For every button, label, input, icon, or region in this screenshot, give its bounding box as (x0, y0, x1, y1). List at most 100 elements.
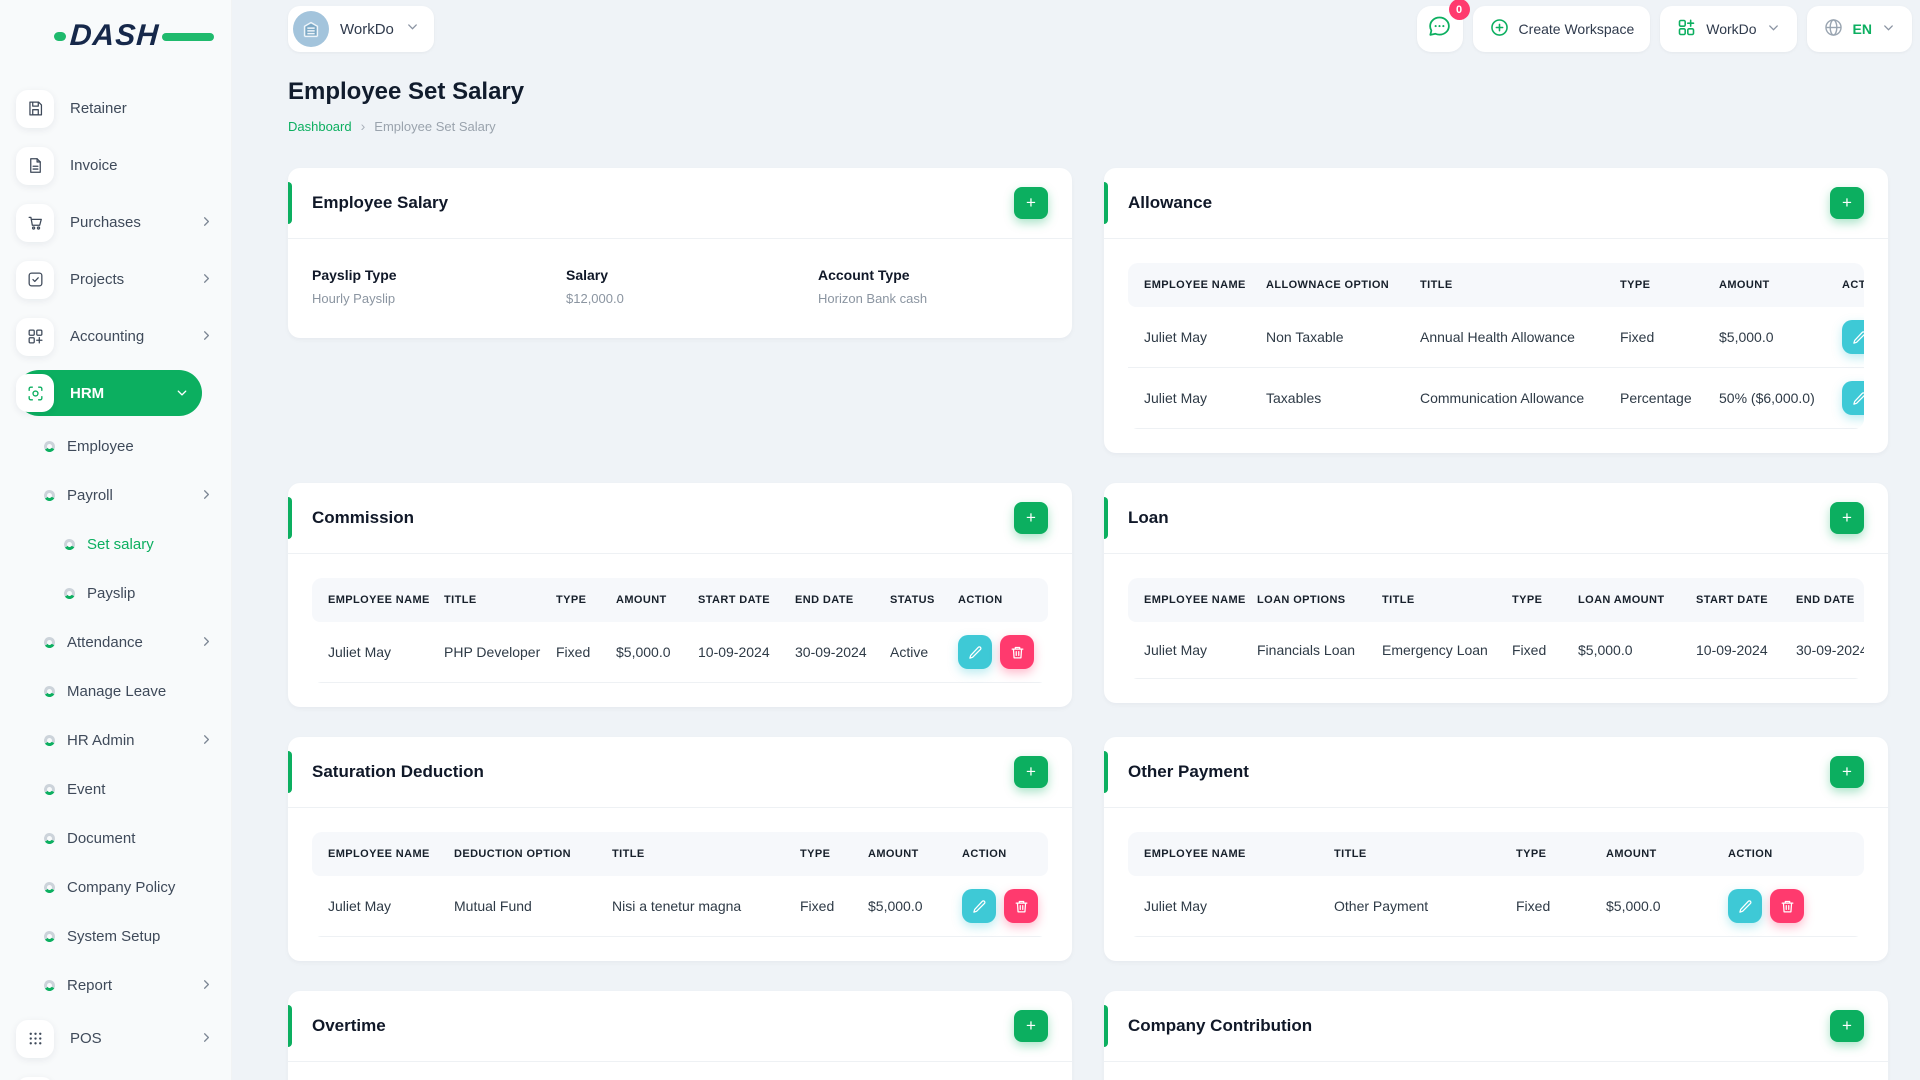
card-body (288, 1062, 1072, 1080)
table-row: Juliet May Non Taxable Annual Health Allow… (1128, 307, 1864, 368)
sidebar-item-retainer[interactable]: Retainer (16, 80, 232, 137)
column-header: Title (1382, 594, 1415, 606)
add-allowance-button[interactable]: + (1830, 187, 1864, 219)
sidebar-item-set-salary[interactable]: Set salary (16, 520, 232, 569)
column-header: Status (890, 594, 935, 606)
column-header: Action (958, 594, 1003, 606)
card-accent-bar (1104, 182, 1108, 224)
sidebar-item-system-setup[interactable]: System Setup (16, 912, 232, 961)
table-cell: Juliet May (1128, 876, 1320, 937)
language-label: EN (1852, 21, 1872, 37)
sidebar-item-label: POS (70, 1030, 102, 1047)
crm-icon (16, 1076, 54, 1080)
field-account-type: Account Type Horizon Bank cash (818, 267, 1048, 306)
card-body: Employee Name Title Type Amount Start Date En… (288, 554, 1072, 707)
messages-count-badge: 0 (1448, 0, 1470, 20)
add-other-payment-button[interactable]: + (1830, 756, 1864, 788)
delete-button[interactable] (1770, 889, 1804, 923)
company-contribution-card: Company Contribution + (1104, 991, 1888, 1080)
sidebar-item-hr-admin[interactable]: HR Admin (16, 716, 232, 765)
sidebar-item-invoice[interactable]: Invoice (16, 137, 232, 194)
allowance-card: Allowance + Employee Name Allownace Optio… (1104, 168, 1888, 453)
row-actions-cell (1714, 876, 1864, 937)
sidebar-item-label: Retainer (70, 100, 127, 117)
table-header-row: Employee Name Allownace Option Title Type Am… (1128, 263, 1864, 307)
table-header-row: Employee Name Loan Options Title Type Loan A… (1128, 578, 1864, 622)
card-title: Overtime (312, 1016, 386, 1035)
card-body: Employee Name Allownace Option Title Type Am… (1104, 239, 1888, 453)
create-workspace-label: Create Workspace (1518, 21, 1635, 37)
row-actions-cell (944, 622, 1048, 683)
app-logo[interactable]: DASH (54, 18, 214, 54)
chevron-right-icon (199, 271, 214, 289)
table-cell: $5,000.0 (1564, 622, 1682, 679)
sidebar-item-accounting[interactable]: Accounting (16, 308, 232, 365)
row-actions-cell (948, 876, 1048, 937)
sidebar-item-event[interactable]: Event (16, 765, 232, 814)
add-company-contribution-button[interactable]: + (1830, 1010, 1864, 1042)
main-area: WorkDo 0 Create Workspace WorkDo EN Empl… (232, 0, 1920, 1080)
add-commission-button[interactable]: + (1014, 502, 1048, 534)
sidebar-item-attendance[interactable]: Attendance (16, 618, 232, 667)
table-row: Juliet May Other Payment Fixed $5,000.0 (1128, 876, 1864, 937)
card-header: Employee Salary + (288, 168, 1072, 238)
edit-button[interactable] (962, 889, 996, 923)
delete-button[interactable] (1000, 635, 1034, 669)
cards-grid: Employee Salary + Payslip Type Hourly Pa… (288, 168, 1888, 1080)
messages-button[interactable]: 0 (1416, 0, 1470, 52)
chevron-right-icon (199, 732, 214, 750)
create-workspace-button[interactable]: Create Workspace (1472, 6, 1651, 52)
add-loan-button[interactable]: + (1830, 502, 1864, 534)
column-header: End Date (1796, 594, 1855, 606)
sidebar-item-payroll[interactable]: Payroll (16, 471, 232, 520)
language-selector[interactable]: EN (1806, 6, 1912, 52)
sidebar-item-company-policy[interactable]: Company Policy (16, 863, 232, 912)
add-employee-salary-button[interactable]: + (1014, 187, 1048, 219)
bullet-icon (41, 732, 58, 749)
breadcrumb-dashboard-link[interactable]: Dashboard (288, 119, 352, 134)
table-cell: Fixed (1606, 307, 1705, 368)
sidebar-item-crm[interactable]: CRM (16, 1067, 232, 1080)
card-header: Overtime + (288, 991, 1072, 1061)
sidebar-item-report[interactable]: Report (16, 961, 232, 1010)
sidebar-item-purchases[interactable]: Purchases (16, 194, 232, 251)
edit-button[interactable] (958, 635, 992, 669)
other-payment-table: Employee Name Title Type Amount Action Juliet… (1128, 832, 1864, 937)
table-header-row: Employee Name Title Type Amount Start Date En… (312, 578, 1048, 622)
add-saturation-deduction-button[interactable]: + (1014, 756, 1048, 788)
topbar-right-cluster: 0 Create Workspace WorkDo EN (1416, 0, 1912, 52)
sidebar-item-document[interactable]: Document (16, 814, 232, 863)
edit-button[interactable] (1728, 889, 1762, 923)
bullet-icon (61, 536, 78, 553)
add-overtime-button[interactable]: + (1014, 1010, 1048, 1042)
sidebar-item-employee[interactable]: Employee (16, 422, 232, 471)
column-header: Title (612, 848, 645, 860)
card-accent-bar (288, 182, 292, 224)
sidebar-item-pos[interactable]: POS (16, 1010, 232, 1067)
field-label: Salary (566, 267, 609, 283)
sidebar-item-label: Document (67, 830, 136, 847)
bullet-icon (41, 977, 58, 994)
chevron-down-icon (172, 386, 190, 401)
edit-button[interactable] (1842, 320, 1864, 354)
building-icon (293, 11, 329, 47)
card-header: Saturation Deduction + (288, 737, 1072, 807)
sidebar-item-hrm[interactable]: HRM (16, 370, 202, 416)
field-payslip-type: Payslip Type Hourly Payslip (312, 267, 566, 306)
edit-button[interactable] (1842, 381, 1864, 415)
card-body: Employee Name Deduction Option Title Type Am… (288, 808, 1072, 961)
plus-circle-icon (1489, 17, 1510, 41)
column-header: Amount (868, 848, 919, 860)
column-header: Start Date (698, 594, 771, 606)
sidebar-item-payslip[interactable]: Payslip (16, 569, 232, 618)
row-actions-cell (1828, 367, 1864, 429)
table-row: Juliet May Taxables Communication Allowanc… (1128, 367, 1864, 429)
workspace-chip[interactable]: WorkDo (288, 6, 434, 52)
table-cell: 30-09-2024 (1782, 622, 1864, 679)
sidebar-item-projects[interactable]: Projects (16, 251, 232, 308)
column-header: Action (1842, 279, 1864, 291)
workspace-menu-button[interactable]: WorkDo (1660, 6, 1797, 52)
column-header: End Date (795, 594, 854, 606)
delete-button[interactable] (1004, 889, 1038, 923)
sidebar-item-manage-leave[interactable]: Manage Leave (16, 667, 232, 716)
